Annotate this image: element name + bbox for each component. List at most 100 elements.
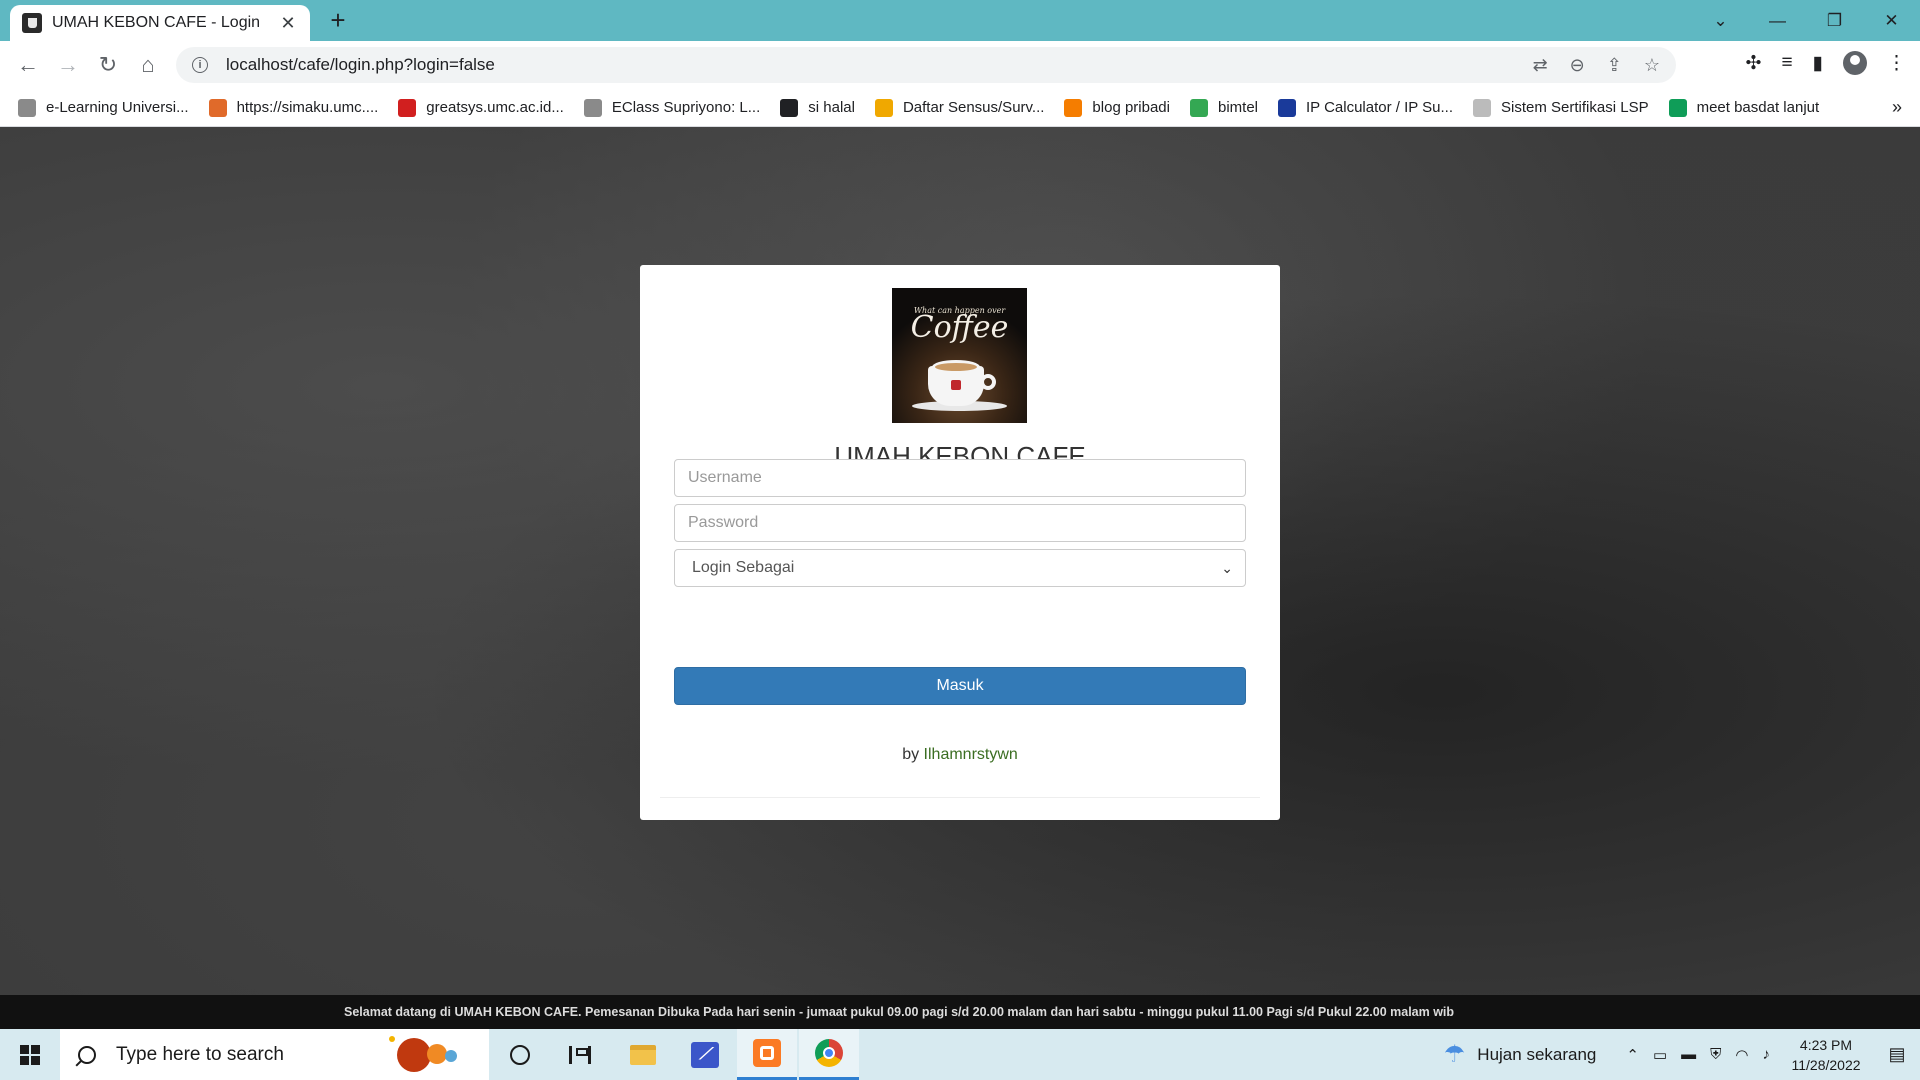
start-button[interactable] <box>0 1029 60 1080</box>
taskbar-search[interactable]: Type here to search <box>60 1029 489 1080</box>
clock-date: 11/28/2022 <box>1791 1056 1861 1073</box>
profile-avatar[interactable] <box>1843 51 1867 75</box>
vscode-icon: ⟋ <box>691 1041 719 1068</box>
lsp-icon <box>1473 98 1492 117</box>
cortana-icon <box>510 1044 530 1065</box>
password-input[interactable] <box>674 504 1246 542</box>
author-link[interactable]: Ilhamnrstywn <box>924 746 1018 763</box>
tab-close-icon[interactable]: ✕ <box>278 13 298 34</box>
meet-now-icon[interactable]: ▭ <box>1653 1046 1667 1064</box>
restore-icon[interactable]: ❐ <box>1806 0 1863 41</box>
weather-text: Hujan sekarang <box>1477 1044 1597 1064</box>
taskbar: Type here to search ⟋ ☂ Hujan sekarang ⌃… <box>0 1029 1920 1080</box>
home-icon[interactable]: ⌂ <box>128 45 168 85</box>
side-panel-icon[interactable]: ▮ <box>1813 52 1823 75</box>
window-controls: ⌄ — ❐ ✕ <box>1692 0 1920 41</box>
elearning-icon <box>18 98 36 117</box>
bookmark-label: blog pribadi <box>1092 99 1170 116</box>
bookmark-item[interactable]: e-Learning Universi... <box>18 98 189 117</box>
tab-strip: UMAH KEBON CAFE - Login ✕ + ⌄ — ❐ ✕ <box>0 0 1920 41</box>
role-select-value: Login Sebagai <box>692 559 795 576</box>
logo-word: Coffee <box>910 310 1009 345</box>
bookmark-item[interactable]: https://simaku.umc.... <box>208 98 378 117</box>
menu-kebab-icon[interactable]: ⋮ <box>1887 52 1906 75</box>
windows-logo-icon <box>20 1044 40 1065</box>
credit-prefix: by <box>902 746 924 763</box>
clock-time: 4:23 PM <box>1799 1036 1853 1053</box>
forward-icon[interactable]: → <box>48 45 88 85</box>
extensions-icon[interactable]: ✣ <box>1746 52 1762 75</box>
bookmark-item[interactable]: bimtel <box>1189 98 1258 117</box>
bookmark-label: Sistem Sertifikasi LSP <box>1501 99 1649 116</box>
site-info-icon[interactable]: i <box>192 57 208 73</box>
bookmark-label: meet basdat lanjut <box>1696 99 1820 116</box>
new-tab-button[interactable]: + <box>324 6 352 34</box>
minimize-icon[interactable]: — <box>1749 0 1806 41</box>
reload-icon[interactable]: ↻ <box>88 45 128 85</box>
battery-icon[interactable]: ▬ <box>1681 1046 1696 1063</box>
search-placeholder: Type here to search <box>116 1043 284 1065</box>
file-explorer-button[interactable] <box>613 1029 673 1080</box>
eclass-icon <box>583 98 602 117</box>
clock[interactable]: 4:23 PM 11/28/2022 <box>1784 1035 1868 1075</box>
weather-widget[interactable]: ☂ Hujan sekarang <box>1444 1040 1597 1069</box>
chrome-button[interactable] <box>799 1029 859 1080</box>
zoom-icon[interactable]: ⊖ <box>1570 55 1585 76</box>
login-button[interactable]: Masuk <box>674 667 1246 705</box>
bookmark-star-icon[interactable]: ☆ <box>1644 55 1660 76</box>
sensus-icon <box>874 98 893 117</box>
login-card: What can happen over Coffee UMAH KEBON C… <box>640 265 1280 820</box>
blogger-icon <box>1064 98 1083 117</box>
share-icon[interactable]: ⇪ <box>1607 55 1622 76</box>
xampp-button[interactable] <box>737 1029 797 1080</box>
task-view-icon <box>569 1045 591 1064</box>
address-bar[interactable]: i localhost/cafe/login.php?login=false ⇄… <box>176 47 1676 83</box>
bookmark-item[interactable]: si halal <box>780 98 855 117</box>
chevron-up-icon[interactable]: ⌃ <box>1626 1046 1639 1064</box>
tab-active[interactable]: UMAH KEBON CAFE - Login ✕ <box>10 5 310 41</box>
notification-icon[interactable]: ▤ <box>1874 1029 1920 1080</box>
cafe-favicon-icon <box>22 13 42 33</box>
bookmark-label: bimtel <box>1217 99 1258 116</box>
globe-icon <box>780 98 799 117</box>
task-view-button[interactable] <box>550 1029 610 1080</box>
bookmark-label: Daftar Sensus/Surv... <box>902 99 1045 116</box>
drive-icon <box>1189 98 1208 117</box>
bookmark-label: greatsys.umc.ac.id... <box>426 99 564 116</box>
bookmark-item[interactable]: blog pribadi <box>1064 98 1170 117</box>
page-background: What can happen over Coffee UMAH KEBON C… <box>0 127 1920 995</box>
chevron-down-icon: ⌄ <box>1221 559 1233 576</box>
username-input[interactable] <box>674 459 1246 497</box>
cortana-button[interactable] <box>490 1029 550 1080</box>
wifi-icon[interactable]: ◠ <box>1735 1046 1748 1064</box>
bookmark-item[interactable]: IP Calculator / IP Su... <box>1278 98 1454 117</box>
translate-icon[interactable]: ⇄ <box>1533 55 1548 76</box>
xampp-icon <box>753 1039 781 1067</box>
credit-line: by Ilhamnrstywn <box>640 746 1280 764</box>
coffee-cup-icon <box>928 360 996 406</box>
security-icon[interactable]: ⛨ <box>1710 1046 1721 1063</box>
search-icon <box>78 1045 96 1064</box>
greatsys-icon <box>398 98 417 117</box>
bookmark-item[interactable]: Daftar Sensus/Surv... <box>874 98 1045 117</box>
folder-icon <box>630 1044 656 1065</box>
bookmark-item[interactable]: greatsys.umc.ac.id... <box>398 98 564 117</box>
bookmark-label: e-Learning Universi... <box>46 99 189 116</box>
system-tray: ☂ Hujan sekarang ⌃ ▭ ▬ ⛨ ◠ ♪ 4:23 PM 11/… <box>1444 1029 1920 1080</box>
bookmark-item[interactable]: EClass Supriyono: L... <box>583 98 760 117</box>
bookmark-label: IP Calculator / IP Su... <box>1306 99 1454 116</box>
bookmarks-overflow-icon[interactable]: » <box>1892 97 1902 118</box>
bookmark-item[interactable]: meet basdat lanjut <box>1668 98 1820 117</box>
back-icon[interactable]: ← <box>8 45 48 85</box>
announcement-marquee: Selamat datang di UMAH KEBON CAFE. Pemes… <box>0 995 1920 1029</box>
close-window-icon[interactable]: ✕ <box>1863 0 1920 41</box>
bookmark-item[interactable]: Sistem Sertifikasi LSP <box>1473 98 1649 117</box>
vscode-button[interactable]: ⟋ <box>675 1029 735 1080</box>
reading-list-icon[interactable]: ≡ <box>1781 52 1792 74</box>
role-select[interactable]: Login Sebagai ⌄ <box>674 549 1246 587</box>
umbrella-rain-icon: ☂ <box>1443 1041 1466 1068</box>
url-text[interactable]: localhost/cafe/login.php?login=false <box>226 55 1533 75</box>
volume-icon[interactable]: ♪ <box>1763 1046 1771 1063</box>
browser-toolbar: ← → ↻ ⌂ i localhost/cafe/login.php?login… <box>0 41 1920 89</box>
tab-search-icon[interactable]: ⌄ <box>1692 0 1749 41</box>
